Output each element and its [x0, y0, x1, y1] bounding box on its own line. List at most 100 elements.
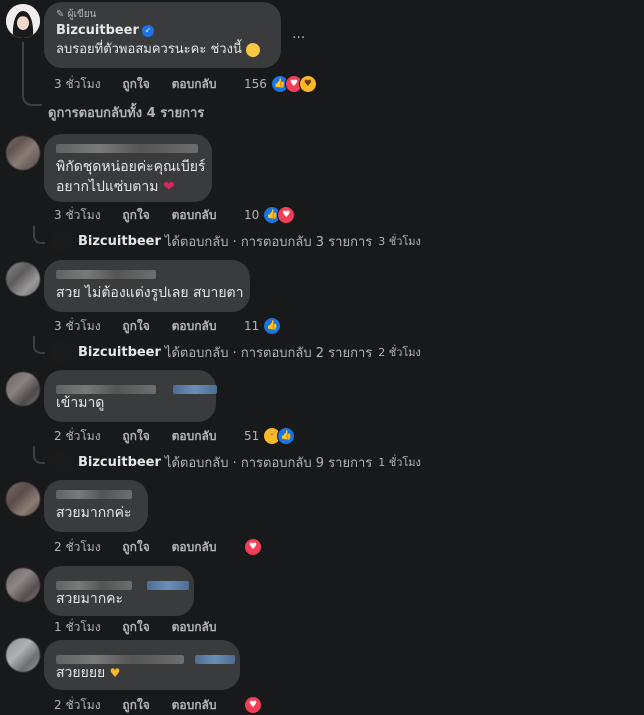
reply-button[interactable]: ตอบกลับ [172, 319, 217, 333]
comment-bubble: เข้ามาดู [44, 370, 218, 422]
reply-time: 3 ชั่วโมง [378, 235, 421, 248]
love-reaction-icon: ♥ [277, 206, 296, 224]
reaction-count: 51 [244, 429, 260, 443]
like-button[interactable]: ถูกใจ [122, 319, 149, 333]
reply-connector [33, 336, 45, 354]
comment-bubble: สวยยยย ♥ [44, 640, 240, 690]
verified-badge-icon: ✓ [141, 24, 154, 37]
commenter-name-blurred[interactable] [56, 581, 132, 590]
reaction-summary[interactable]: 11 👍 [244, 317, 282, 335]
author-reply-avatar [50, 451, 72, 473]
like-button[interactable]: ถูกใจ [122, 208, 149, 222]
comment-bubble: สวยมากคะ [44, 566, 194, 616]
comment-text: สวย ไม่ต้องแต่งรูปเลย สบายตา [56, 285, 244, 301]
reply-time: 2 ชั่วโมง [378, 346, 421, 359]
comment-text: สวยมากกค่ะ [56, 505, 132, 521]
author-comment-meta: 3 ชั่วโมง ถูกใจ ตอบกลับ [54, 76, 234, 92]
comment-text: ลบรอยที่ตัวพอสมควรนะคะ ช่วงนี้ [56, 42, 242, 57]
commenter-name-blurred[interactable] [56, 144, 198, 153]
comment-time[interactable]: 3 ชั่วโมง [54, 319, 101, 333]
comment-meta: 3 ชั่วโมง ถูกใจ ตอบกลับ [54, 318, 234, 334]
care-reaction-icon: ♥ [298, 75, 317, 93]
comment-meta: 1 ชั่วโมง ถูกใจ ตอบกลับ [54, 619, 234, 635]
author-comment-bubble: ✎ ผู้เขียน Bizcuitbeer ✓ ลบรอยที่ตัวพอสมค… [44, 2, 281, 68]
commenter-avatar[interactable] [6, 568, 40, 602]
comment-text: อยากไปแซ่บตาม [56, 179, 159, 195]
reply-button[interactable]: ตอบกลับ [172, 429, 217, 443]
comment-text: สวยยยย [56, 665, 106, 681]
comment-bubble: สวยมากกค่ะ [44, 480, 148, 532]
reply-button[interactable]: ตอบกลับ [172, 540, 217, 554]
pencil-icon: ✎ [56, 9, 65, 20]
reply-button[interactable]: ตอบกลับ [172, 208, 217, 222]
like-reaction-icon: 👍 [277, 427, 296, 445]
thread-line [22, 42, 42, 106]
reaction-summary[interactable]: ♥ [244, 538, 262, 556]
author-reply-avatar [50, 341, 72, 363]
reaction-summary[interactable]: ♥ [244, 696, 262, 714]
commenter-name-blurred-link[interactable] [147, 581, 190, 590]
author-badge: ผู้เขียน [67, 9, 97, 20]
comment-time[interactable]: 3 ชั่วโมง [54, 208, 101, 222]
reaction-summary[interactable]: 156 👍 ♥ ♥ [244, 75, 317, 93]
comment-time[interactable]: 2 ชั่วโมง [54, 429, 101, 443]
reply-connector [33, 446, 45, 464]
comment-text: เข้ามาดู [56, 395, 105, 411]
reply-author-name: Bizcuitbeer [78, 233, 161, 249]
reaction-count: 156 [244, 77, 267, 91]
reply-summary: ได้ตอบกลับ · การตอบกลับ 9 รายการ [164, 455, 373, 471]
reaction-count: 10 [244, 208, 260, 222]
comment-author-name[interactable]: Bizcuitbeer [56, 23, 139, 38]
comment-meta: 2 ชั่วโมง ถูกใจ ตอบกลับ [54, 428, 234, 444]
like-reaction-icon: 👍 [263, 317, 282, 335]
commenter-name-blurred[interactable] [56, 490, 132, 499]
like-button[interactable]: ถูกใจ [122, 429, 149, 443]
comment-time[interactable]: 1 ชั่วโมง [54, 620, 101, 634]
commenter-name-blurred[interactable] [56, 385, 156, 394]
reply-button[interactable]: ตอบกลับ [172, 698, 217, 712]
like-button[interactable]: ถูกใจ [122, 620, 149, 634]
more-options-button[interactable]: ... [292, 26, 305, 42]
comment-meta: 2 ชั่วโมง ถูกใจ ตอบกลับ [54, 697, 234, 713]
like-button[interactable]: ถูกใจ [122, 698, 149, 712]
author-replied-row[interactable]: Bizcuitbeer ได้ตอบกลับ · การตอบกลับ 2 รา… [50, 341, 421, 363]
commenter-avatar[interactable] [6, 262, 40, 296]
comment-text: พิกัดชุดหน่อยค่ะคุณเบียร์ [56, 159, 206, 175]
view-all-replies-link[interactable]: ดูการตอบกลับทั้ง 4 รายการ [48, 102, 204, 123]
author-replied-row[interactable]: Bizcuitbeer ได้ตอบกลับ · การตอบกลับ 3 รา… [50, 230, 421, 252]
comment-bubble: สวย ไม่ต้องแต่งรูปเลย สบายตา [44, 260, 250, 312]
commenter-avatar[interactable] [6, 638, 40, 672]
reaction-count: 11 [244, 319, 260, 333]
comment-text: สวยมากคะ [56, 591, 124, 607]
commenter-avatar[interactable] [6, 482, 40, 516]
comment-bubble: พิกัดชุดหน่อยค่ะคุณเบียร์ อยากไปแซ่บตาม … [44, 134, 212, 202]
sweat-smile-emoji-icon [245, 42, 260, 57]
reply-summary: ได้ตอบกลับ · การตอบกลับ 3 รายการ [164, 234, 373, 250]
reply-author-name: Bizcuitbeer [78, 454, 161, 470]
commenter-name-blurred[interactable] [56, 270, 156, 279]
comment-time[interactable]: 2 ชั่วโมง [54, 698, 101, 712]
comment-meta: 2 ชั่วโมง ถูกใจ ตอบกลับ [54, 539, 234, 555]
love-reaction-icon: ♥ [244, 538, 262, 556]
commenter-avatar[interactable] [6, 372, 40, 406]
commenter-avatar[interactable] [6, 136, 40, 170]
author-avatar[interactable] [6, 4, 40, 38]
reply-button[interactable]: ตอบกลับ [172, 77, 217, 91]
like-button[interactable]: ถูกใจ [122, 77, 149, 91]
reply-time: 1 ชั่วโมง [378, 456, 421, 469]
reply-button[interactable]: ตอบกลับ [172, 620, 217, 634]
reaction-summary[interactable]: 51 ᵕ 👍 [244, 427, 296, 445]
comment-time[interactable]: 3 ชั่วโมง [54, 77, 101, 91]
reply-connector [33, 226, 45, 244]
reaction-summary[interactable]: 10 👍 ♥ [244, 206, 296, 224]
like-button[interactable]: ถูกใจ [122, 540, 149, 554]
commenter-name-blurred[interactable] [56, 655, 184, 664]
reply-summary: ได้ตอบกลับ · การตอบกลับ 2 รายการ [164, 345, 373, 361]
comment-time[interactable]: 2 ชั่วโมง [54, 540, 101, 554]
author-replied-row[interactable]: Bizcuitbeer ได้ตอบกลับ · การตอบกลับ 9 รา… [50, 451, 421, 473]
comment-meta: 3 ชั่วโมง ถูกใจ ตอบกลับ [54, 207, 234, 223]
heart-emoji-icon: ❤ [162, 179, 175, 195]
commenter-name-blurred-link[interactable] [195, 655, 236, 664]
author-reply-avatar [50, 230, 72, 252]
commenter-name-blurred-link[interactable] [173, 385, 218, 394]
